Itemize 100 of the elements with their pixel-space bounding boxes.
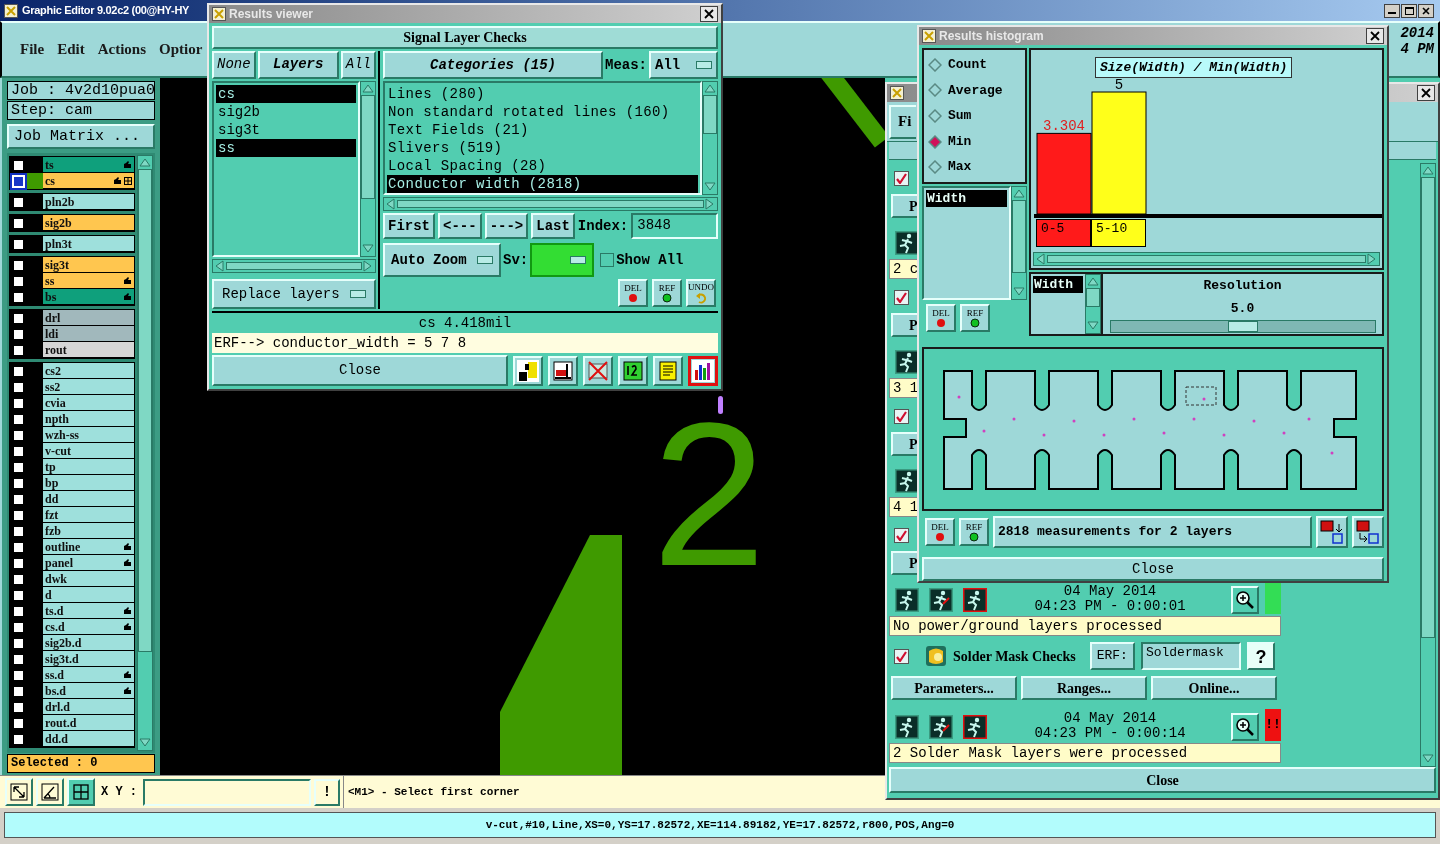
layer-row[interactable]: d bbox=[43, 587, 134, 603]
layer-row[interactable]: ss2 bbox=[43, 379, 134, 395]
erf-field[interactable]: Soldermask bbox=[1140, 642, 1241, 670]
scroll-thumb[interactable] bbox=[1012, 200, 1026, 274]
ref-button[interactable]: REF bbox=[960, 304, 990, 332]
down-arrow-icon[interactable] bbox=[704, 181, 716, 193]
checkbox[interactable] bbox=[894, 527, 909, 543]
category-list[interactable]: Lines (280) Non standard rotated lines (160) Text Fields (21) Slivers (519) Local Spacing (28) Conductor width (2818) bbox=[383, 81, 702, 195]
layer-row[interactable]: ts bbox=[43, 157, 134, 173]
layer-row[interactable]: ldi bbox=[43, 326, 134, 342]
list-item[interactable]: sig3t bbox=[216, 120, 356, 139]
list-item[interactable]: Width bbox=[926, 190, 1007, 207]
run-button[interactable] bbox=[927, 586, 955, 614]
slider-track[interactable] bbox=[1109, 320, 1376, 333]
radio-button[interactable] bbox=[928, 134, 942, 149]
checkbox[interactable] bbox=[894, 170, 909, 186]
layer-checkbox[interactable] bbox=[12, 380, 25, 394]
list-item[interactable]: Width bbox=[1033, 276, 1083, 293]
index-field[interactable]: 3848 bbox=[631, 213, 718, 239]
filter-button[interactable]: All bbox=[340, 51, 376, 79]
layer-row[interactable]: dd.d bbox=[43, 731, 134, 747]
maximize-button[interactable] bbox=[1401, 3, 1417, 18]
layer-row[interactable]: sig3t bbox=[43, 257, 134, 273]
layer-checkbox[interactable] bbox=[12, 684, 25, 698]
run-button[interactable] bbox=[961, 713, 989, 741]
checkbox[interactable] bbox=[894, 648, 909, 664]
zoom-button[interactable] bbox=[1231, 713, 1259, 741]
menu-item[interactable]: Edit bbox=[57, 38, 85, 61]
attribute-list[interactable]: Width bbox=[922, 186, 1011, 300]
close-button[interactable]: Close bbox=[212, 355, 508, 386]
layer-row[interactable]: dd bbox=[43, 491, 134, 507]
layer-checkbox[interactable] bbox=[12, 412, 25, 426]
layer-row[interactable]: bs.d bbox=[43, 683, 134, 699]
scrollbar[interactable] bbox=[702, 81, 718, 195]
layer-row[interactable]: drl bbox=[43, 310, 134, 326]
job-matrix-button[interactable]: Job Matrix ... bbox=[7, 124, 155, 149]
scrollbar[interactable] bbox=[383, 197, 718, 211]
up-arrow-icon[interactable] bbox=[1422, 165, 1434, 177]
parameters-button[interactable]: P bbox=[891, 194, 919, 218]
menu-item[interactable]: Fi bbox=[889, 104, 916, 139]
del-button[interactable]: DEL bbox=[618, 279, 648, 307]
layer-checkbox[interactable] bbox=[12, 396, 25, 410]
layer-checkbox[interactable] bbox=[12, 572, 25, 586]
layer-row[interactable]: sig2b bbox=[43, 215, 134, 231]
scrollbar[interactable] bbox=[1085, 274, 1101, 334]
layer-row[interactable]: fzt bbox=[43, 507, 134, 523]
layer-checkbox[interactable] bbox=[12, 216, 25, 230]
radio-button[interactable] bbox=[928, 160, 942, 175]
layer-checkbox[interactable] bbox=[12, 158, 25, 172]
list-item[interactable]: Conductor width (2818) bbox=[387, 175, 698, 193]
layer-checkbox[interactable] bbox=[12, 237, 25, 251]
layer-checkbox[interactable] bbox=[12, 604, 25, 618]
layer-row[interactable]: tp bbox=[43, 459, 134, 475]
layer-checkbox[interactable] bbox=[12, 540, 25, 554]
close-button[interactable] bbox=[1366, 28, 1384, 44]
scroll-thumb[interactable] bbox=[1086, 288, 1100, 308]
layer-checkbox[interactable] bbox=[12, 732, 25, 746]
down-arrow-icon[interactable] bbox=[1422, 753, 1434, 765]
tool-button[interactable] bbox=[688, 355, 718, 386]
layer-checkbox[interactable] bbox=[12, 428, 25, 442]
list-item[interactable]: Local Spacing (28) bbox=[387, 157, 698, 175]
radio-button[interactable] bbox=[928, 83, 942, 98]
slider-thumb[interactable] bbox=[1227, 321, 1258, 332]
parameters-button[interactable]: Parameters... bbox=[891, 676, 1017, 700]
parameters-button[interactable]: P bbox=[891, 313, 919, 337]
checkbox[interactable] bbox=[894, 289, 909, 305]
nav-button[interactable]: Last bbox=[531, 213, 575, 239]
layer-row[interactable]: wzh-ss bbox=[43, 427, 134, 443]
checkbox[interactable] bbox=[894, 408, 909, 424]
radio-button[interactable] bbox=[928, 57, 942, 72]
layer-checkbox[interactable] bbox=[12, 492, 25, 506]
scrollbar[interactable] bbox=[212, 259, 376, 274]
undo-button[interactable]: UNDO bbox=[686, 279, 716, 307]
layer-checkbox[interactable] bbox=[12, 290, 25, 304]
layer-row[interactable]: rout bbox=[43, 342, 134, 358]
layer-row[interactable]: ts.d bbox=[43, 603, 134, 619]
list-item[interactable]: Non standard rotated lines (160) bbox=[387, 103, 698, 121]
attribute-list[interactable]: Width bbox=[1031, 274, 1085, 334]
right-arrow-icon[interactable] bbox=[362, 260, 374, 273]
ref-button[interactable]: REF bbox=[959, 518, 989, 546]
nav-button[interactable]: <--- bbox=[438, 213, 482, 239]
layer-checkbox[interactable] bbox=[12, 460, 25, 474]
radio-button[interactable] bbox=[928, 109, 942, 123]
up-arrow-icon[interactable] bbox=[139, 157, 151, 169]
layer-row[interactable]: drl.d bbox=[43, 699, 134, 715]
right-arrow-icon[interactable] bbox=[1366, 253, 1378, 265]
layer-row[interactable]: v-cut bbox=[43, 443, 134, 459]
layer-row[interactable]: sig2b.d bbox=[43, 635, 134, 651]
layer-checkbox[interactable] bbox=[12, 476, 25, 490]
layer-row[interactable]: sig3t.d bbox=[43, 651, 134, 667]
layer-row[interactable]: pln2b bbox=[43, 194, 134, 210]
meas-dropdown[interactable]: All bbox=[649, 51, 718, 79]
up-arrow-icon[interactable] bbox=[362, 82, 374, 95]
replace-layers-dropdown[interactable]: Replace layers bbox=[212, 279, 376, 309]
left-arrow-icon[interactable] bbox=[214, 260, 226, 273]
layer-checkbox[interactable] bbox=[12, 195, 25, 209]
layer-checkbox[interactable] bbox=[12, 274, 25, 288]
del-button[interactable]: DEL bbox=[925, 518, 955, 546]
del-button[interactable]: DEL bbox=[926, 304, 956, 332]
list-item[interactable]: Text Fields (21) bbox=[387, 121, 698, 139]
